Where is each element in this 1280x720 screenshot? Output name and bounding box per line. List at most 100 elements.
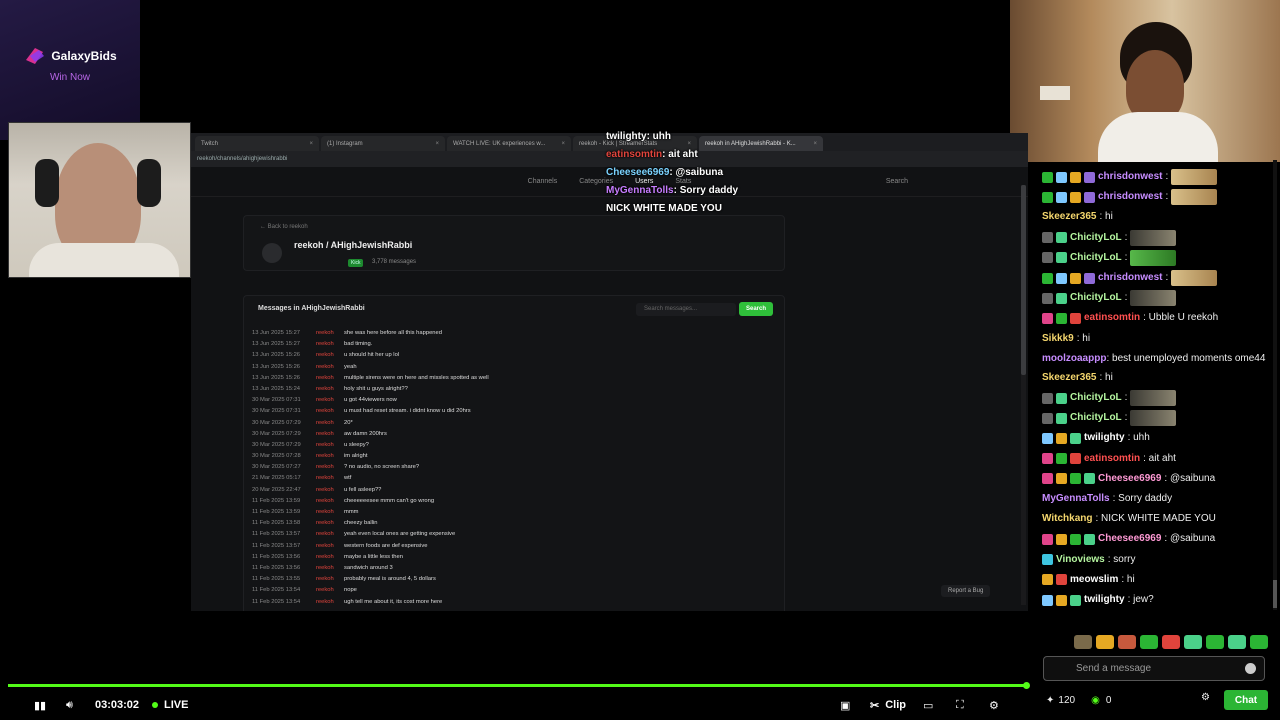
- chat-badge-icon[interactable]: [1042, 534, 1053, 546]
- browser-tab[interactable]: WATCH LIVE: UK experiences w... ×: [447, 136, 571, 151]
- chat-username[interactable]: meowslim: [1070, 570, 1118, 590]
- chat-username[interactable]: chrisdonwest: [1098, 268, 1162, 288]
- chat-scroll-thumb[interactable]: [1273, 580, 1277, 608]
- chat-badge-icon[interactable]: [1070, 272, 1081, 284]
- chat-badge-icon[interactable]: [1056, 313, 1067, 325]
- chat-username[interactable]: Cheesee6969: [1098, 469, 1161, 489]
- chat-badge-icon[interactable]: [1042, 392, 1053, 404]
- report-bug-button[interactable]: Report a Bug: [941, 585, 991, 597]
- chat-username[interactable]: Cheesee6969: [1098, 529, 1161, 549]
- chat-username[interactable]: MyGennaTolls: [1042, 489, 1110, 509]
- chat-badge-icon[interactable]: [1084, 272, 1095, 284]
- chat-username[interactable]: chrisdonwest: [1098, 187, 1162, 207]
- fullscreen-icon[interactable]: ⛶: [956, 699, 964, 712]
- chat-username[interactable]: ChicityLoL: [1070, 408, 1122, 428]
- chat-badge-icon[interactable]: [1056, 412, 1067, 424]
- chat-settings-icon[interactable]: ⚙: [1201, 692, 1210, 703]
- chat-username[interactable]: ChicityLoL: [1070, 248, 1122, 268]
- chat-badge-icon[interactable]: [1070, 473, 1081, 485]
- chat-badge-icon[interactable]: [1056, 392, 1067, 404]
- close-icon[interactable]: ×: [435, 141, 439, 147]
- nav-search[interactable]: Search: [886, 178, 908, 185]
- chat-badge-icon[interactable]: [1042, 473, 1053, 485]
- chat-badge-icon[interactable]: [1042, 232, 1053, 244]
- chat-username[interactable]: Vinoviews: [1056, 550, 1105, 570]
- emote-icon[interactable]: [1206, 635, 1224, 649]
- chat-username[interactable]: eatinsomtin: [1084, 449, 1140, 469]
- live-indicator[interactable]: LIVE: [152, 699, 188, 711]
- emote-icon[interactable]: [1162, 635, 1180, 649]
- emoji-picker-icon[interactable]: [1245, 663, 1256, 674]
- chat-badge-icon[interactable]: [1084, 473, 1095, 485]
- chat-badge-icon[interactable]: [1070, 433, 1081, 445]
- browser-scroll-thumb[interactable]: [1021, 185, 1026, 375]
- chat-badge-icon[interactable]: [1084, 534, 1095, 546]
- emote-icon[interactable]: [1096, 635, 1114, 649]
- message-search-input[interactable]: Search messages...: [636, 303, 736, 316]
- picture-in-picture-icon[interactable]: ▣: [840, 699, 850, 712]
- chat-username[interactable]: ChicityLoL: [1070, 388, 1122, 408]
- chat-username[interactable]: twilighty: [1084, 590, 1125, 610]
- chat-username[interactable]: eatinsomtin: [1084, 308, 1140, 328]
- volume-icon[interactable]: 🔊︎: [66, 699, 73, 712]
- chat-badge-icon[interactable]: [1056, 292, 1067, 304]
- likes-icon[interactable]: ◉: [1091, 695, 1100, 706]
- chat-badge-icon[interactable]: [1042, 574, 1053, 586]
- back-link[interactable]: ← Back to reekoh: [260, 224, 308, 230]
- chat-badge-icon[interactable]: [1084, 191, 1095, 203]
- chat-badge-icon[interactable]: [1042, 313, 1053, 325]
- chat-badge-icon[interactable]: [1070, 534, 1081, 546]
- chat-username[interactable]: Skeezer365: [1042, 207, 1097, 227]
- emote-icon[interactable]: [1074, 635, 1092, 649]
- emote-icon[interactable]: [1184, 635, 1202, 649]
- chat-badge-icon[interactable]: [1056, 232, 1067, 244]
- chat-badge-icon[interactable]: [1070, 313, 1081, 325]
- chat-username[interactable]: twilighty: [1084, 428, 1125, 448]
- points-icon[interactable]: ✦: [1046, 695, 1054, 706]
- clip-button[interactable]: ✂ Clip: [870, 699, 906, 712]
- chat-badge-icon[interactable]: [1042, 171, 1053, 183]
- sponsor-banner[interactable]: GalaxyBids Win Now: [0, 0, 140, 140]
- chat-username[interactable]: Sikkk9: [1042, 329, 1074, 349]
- chat-badge-icon[interactable]: [1056, 473, 1067, 485]
- chat-badge-icon[interactable]: [1056, 191, 1067, 203]
- chat-badge-icon[interactable]: [1042, 252, 1053, 264]
- chat-input-box[interactable]: [1043, 656, 1265, 681]
- chat-badge-icon[interactable]: [1042, 412, 1053, 424]
- emote-icon[interactable]: [1118, 635, 1136, 649]
- chat-badge-icon[interactable]: [1042, 191, 1053, 203]
- chat-badge-icon[interactable]: [1056, 252, 1067, 264]
- pause-icon[interactable]: ▮▮: [34, 699, 46, 712]
- browser-tab[interactable]: Twitch ×: [195, 136, 319, 151]
- chat-badge-icon[interactable]: [1056, 171, 1067, 183]
- chat-badge-icon[interactable]: [1042, 292, 1053, 304]
- chat-badge-icon[interactable]: [1042, 594, 1053, 606]
- chat-badge-icon[interactable]: [1056, 594, 1067, 606]
- chat-username[interactable]: chrisdonwest: [1098, 167, 1162, 187]
- chat-username[interactable]: ChicityLoL: [1070, 228, 1122, 248]
- chat-send-button[interactable]: Chat: [1224, 690, 1268, 710]
- close-icon[interactable]: ×: [813, 141, 817, 147]
- chat-badge-icon[interactable]: [1070, 594, 1081, 606]
- chat-badge-icon[interactable]: [1042, 433, 1053, 445]
- chat-username[interactable]: Skeezer365: [1042, 368, 1097, 388]
- chat-badge-icon[interactable]: [1070, 191, 1081, 203]
- chat-badge-icon[interactable]: [1056, 534, 1067, 546]
- chat-badge-icon[interactable]: [1042, 272, 1053, 284]
- chat-badge-icon[interactable]: [1042, 554, 1053, 566]
- browser-tab[interactable]: (1) Instagram ×: [321, 136, 445, 151]
- progress-handle[interactable]: [1023, 682, 1030, 689]
- close-icon[interactable]: ×: [309, 141, 313, 147]
- chat-scrollbar[interactable]: [1273, 160, 1277, 610]
- chat-badge-icon[interactable]: [1056, 433, 1067, 445]
- emote-icon[interactable]: [1250, 635, 1268, 649]
- chat-badge-icon[interactable]: [1056, 272, 1067, 284]
- chat-badge-icon[interactable]: [1056, 453, 1067, 465]
- emote-icon[interactable]: [1228, 635, 1246, 649]
- chat-username[interactable]: ChicityLoL: [1070, 288, 1122, 308]
- chat-username[interactable]: Witchkang: [1042, 509, 1092, 529]
- theater-mode-icon[interactable]: ▭: [923, 699, 933, 712]
- chat-badge-icon[interactable]: [1070, 453, 1081, 465]
- chat-message-input[interactable]: [1044, 657, 1234, 680]
- nav-channels[interactable]: Channels: [528, 178, 558, 185]
